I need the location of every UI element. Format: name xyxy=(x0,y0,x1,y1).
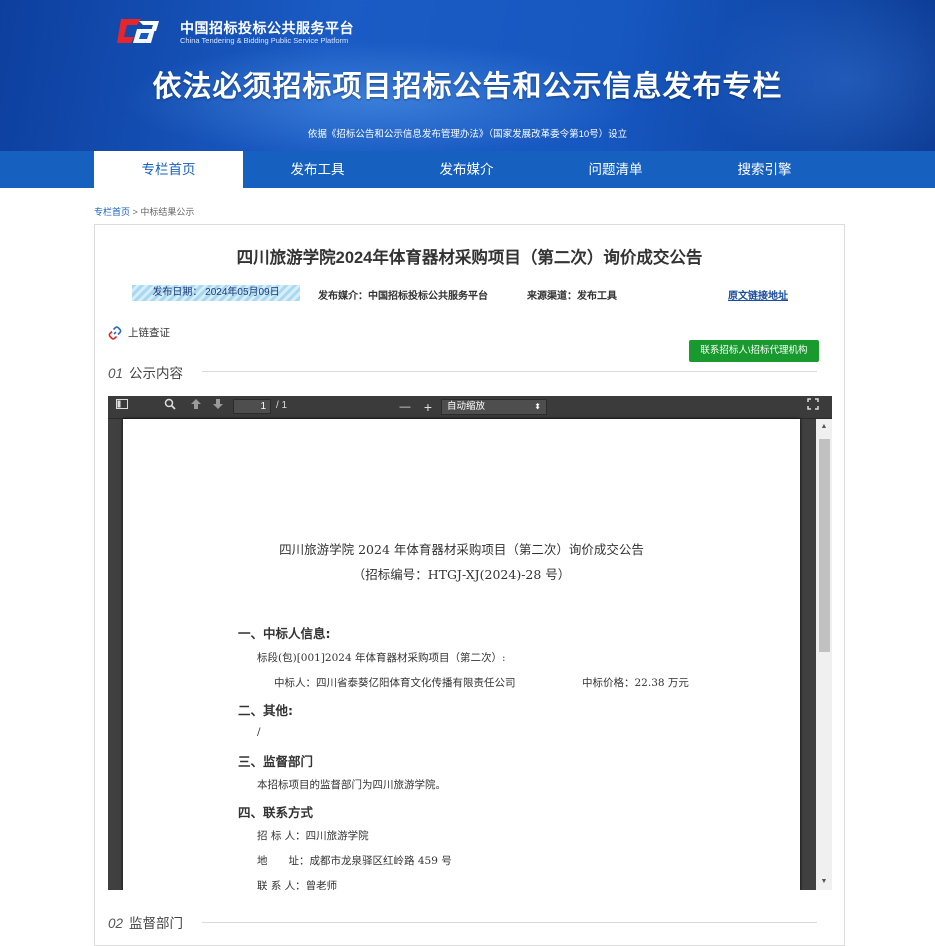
chain-verify[interactable]: 上链查证 xyxy=(108,325,170,340)
pdf-scrollbar[interactable]: ▲ ▼ xyxy=(816,419,832,890)
fullscreen-icon[interactable] xyxy=(805,398,821,416)
scroll-up-icon[interactable]: ▲ xyxy=(816,421,832,433)
zoom-value: 自动缩放 xyxy=(447,401,486,412)
previous-page-icon[interactable] xyxy=(188,398,204,416)
platform-name: 中国招标投标公共服务平台 xyxy=(180,20,354,36)
nav-item-search-engine[interactable]: 搜索引擎 xyxy=(690,151,839,188)
doc-title: 四川旅游学院 2024 年体育器材采购项目（第二次）询价成交公告 xyxy=(279,542,644,557)
doc-contact: 联 系 人：曾老师 xyxy=(257,880,338,890)
doc-code: （招标编号：HTGJ-XJ(2024)-28 号） xyxy=(352,567,571,582)
section-number: 02 xyxy=(108,916,124,931)
original-link[interactable]: 原文链接地址 xyxy=(728,287,788,302)
section-heading-content: 01 公示内容 xyxy=(108,362,183,382)
banner-title: 依法必须招标项目招标公告和公示信息发布专栏 xyxy=(152,71,783,103)
publish-media-label: 发布媒介： xyxy=(318,291,368,302)
doc-supervise: 本招标项目的监督部门为四川旅游学院。 xyxy=(257,779,446,791)
scroll-down-icon[interactable]: ▼ xyxy=(816,876,832,888)
section-divider xyxy=(202,371,817,372)
doc-lot: 标段(包)[001]2024 年体育器材采购项目（第二次）: xyxy=(257,652,506,664)
source-channel: 来源渠道：发布工具 xyxy=(527,287,617,302)
nav-item-home[interactable]: 专栏首页 xyxy=(94,151,243,188)
doc-heading-contact: 四、联系方式 xyxy=(238,805,314,820)
contact-agent-button[interactable]: 联系招标人\招标代理机构 xyxy=(689,340,819,362)
breadcrumb-home-link[interactable]: 专栏首页 xyxy=(94,207,130,217)
pdf-page: 四川旅游学院 2024 年体育器材采购项目（第二次）询价成交公告 （招标编号：H… xyxy=(123,419,800,890)
chain-verify-label: 上链查证 xyxy=(128,327,170,339)
notice-panel: 四川旅游学院2024年体育器材采购项目（第二次）询价成交公告 发布日期： 202… xyxy=(94,224,845,946)
breadcrumb-separator: > xyxy=(132,207,138,217)
select-caret-icon: ⬍ xyxy=(534,402,541,411)
doc-tenderer: 招 标 人：四川旅游学院 xyxy=(257,830,369,842)
doc-heading-other: 二、其他: xyxy=(238,703,293,718)
doc-address: 地 址：成都市龙泉驿区红岭路 459 号 xyxy=(257,855,452,867)
doc-other: / xyxy=(257,726,261,738)
doc-heading-winner: 一、中标人信息: xyxy=(238,626,331,641)
publish-date: 发布日期： 2024年05月09日 xyxy=(132,285,300,301)
source-value: 发布工具 xyxy=(577,291,617,302)
sidebar-toggle-icon[interactable] xyxy=(114,398,130,416)
section-label: 监督部门 xyxy=(129,916,184,931)
source-label: 来源渠道： xyxy=(527,291,577,302)
breadcrumb: 专栏首页 > 中标结果公示 xyxy=(94,205,194,218)
nav-item-faq[interactable]: 问题清单 xyxy=(541,151,690,188)
main-nav: 专栏首页 发布工具 发布媒介 问题清单 搜索引擎 xyxy=(0,151,935,188)
search-icon[interactable] xyxy=(162,398,178,416)
header-banner: 中国招标投标公共服务平台 China Tendering & Bidding P… xyxy=(0,0,935,151)
scroll-thumb[interactable] xyxy=(819,439,830,652)
zoom-out-button[interactable]: — xyxy=(397,398,413,416)
doc-heading-supervise: 三、监督部门 xyxy=(238,754,314,769)
section-divider xyxy=(202,922,817,923)
page-number-input[interactable]: 1 xyxy=(233,399,271,414)
platform-name-en: China Tendering & Bidding Public Service… xyxy=(180,36,349,45)
notice-title: 四川旅游学院2024年体育器材采购项目（第二次）询价成交公告 xyxy=(236,249,703,267)
section-label: 公示内容 xyxy=(129,366,184,381)
doc-price: 中标价格：22.38 万元 xyxy=(582,677,689,689)
nav-item-publish-media[interactable]: 发布媒介 xyxy=(392,151,541,188)
banner-basis: 依据《招标公告和公示信息发布管理办法》（国家发展改革委令第10号）设立 xyxy=(307,129,628,140)
page-total: / 1 xyxy=(276,400,288,411)
publish-media: 发布媒介：中国招标投标公共服务平台 xyxy=(318,287,488,302)
section-number: 01 xyxy=(108,366,124,381)
platform-logo-icon xyxy=(117,19,159,43)
next-page-icon[interactable] xyxy=(210,398,226,416)
doc-winner: 中标人：四川省泰葵亿阳体育文化传播有限责任公司 xyxy=(274,677,516,689)
publish-media-value: 中国招标投标公共服务平台 xyxy=(368,291,488,302)
breadcrumb-current: 中标结果公示 xyxy=(140,207,195,217)
pdf-toolbar: 1 / 1 — + 自动缩放 ⬍ xyxy=(108,396,832,419)
nav-item-publish-tool[interactable]: 发布工具 xyxy=(243,151,392,188)
section-heading-supervise: 02 监督部门 xyxy=(108,912,183,932)
link-icon xyxy=(108,325,122,340)
zoom-in-button[interactable]: + xyxy=(420,398,436,416)
zoom-select[interactable]: 自动缩放 ⬍ xyxy=(441,399,547,415)
pdf-viewer: 1 / 1 — + 自动缩放 ⬍ 四川旅游学院 2024 年体育器材采购项目（第… xyxy=(108,396,832,890)
